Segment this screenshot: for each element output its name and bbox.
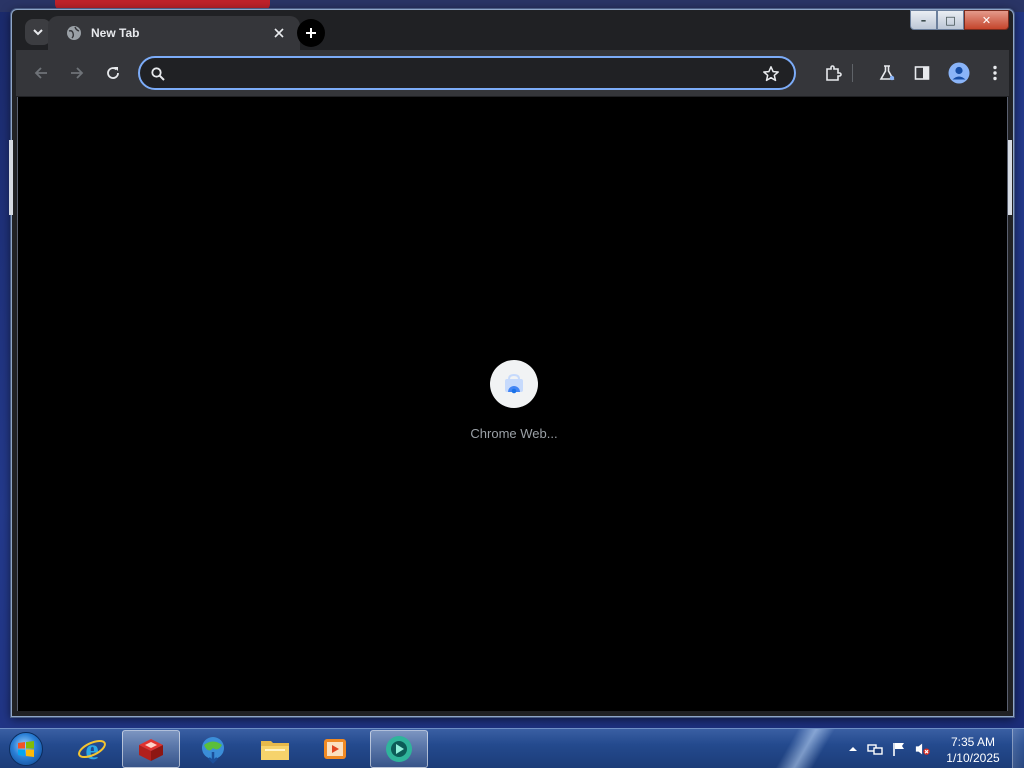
window-frame-accent-left xyxy=(9,140,13,215)
chevron-up-icon xyxy=(849,747,857,751)
red-app-icon xyxy=(139,739,163,761)
browser-toolbar xyxy=(16,50,1009,96)
labs-button[interactable] xyxy=(877,63,897,83)
flag-icon xyxy=(893,743,904,756)
show-desktop-button[interactable] xyxy=(1012,729,1024,768)
close-icon xyxy=(274,28,284,38)
tab-strip: New Tab xyxy=(12,10,1013,50)
teal-app-icon xyxy=(386,736,412,762)
taskbar-download-manager[interactable] xyxy=(184,730,242,768)
arrow-right-icon xyxy=(71,67,84,79)
profile-button[interactable] xyxy=(947,61,971,85)
windows-logo-icon xyxy=(9,732,43,766)
address-input[interactable] xyxy=(172,63,752,83)
reload-icon xyxy=(107,67,119,79)
network-icon xyxy=(867,744,883,755)
more-vert-icon xyxy=(993,65,997,81)
show-hidden-icons-button[interactable] xyxy=(845,741,861,757)
browser-window: – □ ✕ New Tab Chrome Web... xyxy=(11,9,1014,717)
taskbar: e 7:35 AM 1/10/2025 xyxy=(0,728,1024,768)
volume-tray-icon[interactable] xyxy=(915,741,931,757)
bookmark-star-icon[interactable] xyxy=(762,65,780,83)
side-panel-button[interactable] xyxy=(912,63,932,83)
internet-explorer-icon: e xyxy=(78,734,106,764)
taskbar-clock[interactable]: 7:35 AM 1/10/2025 xyxy=(935,734,1011,766)
window-frame-accent-right xyxy=(1008,140,1012,215)
reload-button[interactable] xyxy=(103,63,123,83)
web-store-icon xyxy=(505,373,523,394)
clock-time: 7:35 AM xyxy=(950,735,996,749)
network-tray-icon[interactable] xyxy=(867,741,883,757)
clock-date: 1/10/2025 xyxy=(946,751,1000,765)
search-icon xyxy=(151,67,165,81)
action-center-tray-icon[interactable] xyxy=(891,741,907,757)
tab-close-button[interactable] xyxy=(270,24,288,42)
chevron-down-icon xyxy=(33,29,43,36)
taskbar-internet-explorer[interactable]: e xyxy=(63,730,121,768)
toolbar-separator xyxy=(852,64,853,82)
forward-button[interactable] xyxy=(67,63,87,83)
new-tab-button[interactable] xyxy=(297,19,325,47)
menu-button[interactable] xyxy=(985,63,1005,83)
flask-icon xyxy=(879,65,895,81)
taskbar-file-explorer[interactable] xyxy=(246,730,304,768)
arrow-left-icon xyxy=(34,67,47,79)
chrome-web-store-loader xyxy=(490,360,538,408)
globe-icon xyxy=(67,26,81,40)
side-panel-icon xyxy=(914,66,930,80)
address-bar[interactable] xyxy=(138,56,796,90)
folder-icon xyxy=(261,741,289,760)
page-content: Chrome Web... xyxy=(17,97,1008,711)
tab-title: New Tab xyxy=(91,26,140,40)
svg-text:e: e xyxy=(85,734,98,764)
puzzle-icon xyxy=(826,65,842,81)
extensions-button[interactable] xyxy=(823,63,843,83)
media-player-icon xyxy=(324,739,346,759)
plus-icon xyxy=(306,28,316,38)
taskbar-media-player[interactable] xyxy=(306,730,364,768)
back-button[interactable] xyxy=(31,63,51,83)
start-button[interactable] xyxy=(6,731,46,767)
download-manager-icon xyxy=(202,737,224,764)
volume-muted-icon xyxy=(915,743,930,755)
tab-new-tab[interactable]: New Tab xyxy=(48,16,300,50)
loading-label: Chrome Web... xyxy=(470,426,558,441)
avatar-icon xyxy=(948,62,970,84)
taskbar-glare xyxy=(770,729,840,768)
taskbar-red-app[interactable] xyxy=(122,730,180,768)
taskbar-chrome-app[interactable] xyxy=(370,730,428,768)
